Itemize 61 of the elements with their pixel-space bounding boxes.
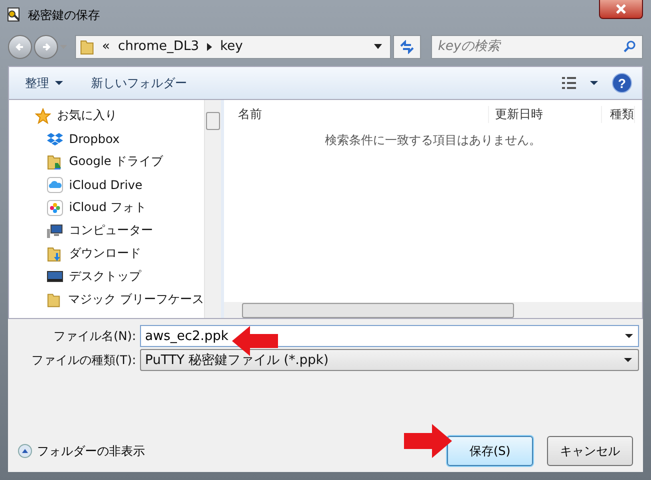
sidebar-item[interactable]: コンピューター (69, 222, 153, 239)
empty-message: 検索条件に一致する項目はありません。 (325, 133, 541, 147)
search-icon (623, 40, 636, 52)
computer-icon (47, 222, 63, 238)
new-folder-button[interactable]: 新しいフォルダー (91, 74, 187, 92)
file-type-dropdown[interactable]: PuTTY 秘密鍵ファイル (*.ppk) (140, 349, 639, 371)
caret-icon[interactable] (590, 81, 598, 85)
organize-menu[interactable]: 整理 (25, 74, 63, 92)
breadcrumb-item[interactable]: chrome_DL3 (118, 39, 200, 54)
caret-icon[interactable] (374, 44, 382, 49)
dialog-button[interactable]: キャンセル (547, 436, 633, 466)
arrow-right-icon (40, 40, 52, 52)
sidebar-item[interactable]: iCloud Drive (69, 178, 142, 192)
search-field[interactable]: keyの検索 (431, 34, 643, 58)
view-list-icon[interactable] (562, 77, 576, 89)
dialog-button[interactable]: 保存(S) (447, 436, 533, 466)
collapse-icon (18, 444, 32, 458)
folder-icon (47, 292, 62, 308)
field-label: ファイル名(N): (52, 328, 137, 344)
filename-field[interactable]: aws_ec2.ppk (140, 325, 639, 347)
cloud-icon (47, 176, 63, 192)
sidebar-item[interactable]: ダウンロード (69, 245, 141, 262)
refresh-icon (399, 40, 415, 54)
hide-folders-button[interactable]: フォルダーの非表示 (18, 442, 145, 460)
back-button[interactable] (8, 34, 32, 58)
arrow-left-icon (14, 40, 26, 52)
column-header[interactable]: 名前 (224, 106, 489, 122)
chevron-icon[interactable] (207, 42, 212, 50)
sidebar-item[interactable]: Google ドライブ (69, 153, 164, 170)
refresh-button[interactable] (393, 34, 421, 58)
column-header[interactable]: 種類 (602, 106, 635, 122)
breadcrumb-item[interactable]: key (220, 39, 243, 54)
box-icon (47, 130, 63, 146)
forward-button[interactable] (34, 34, 58, 58)
key-document-icon (6, 7, 22, 23)
window-title: 秘密鍵の保存 (28, 6, 100, 24)
arrow-annotation (232, 326, 278, 356)
download-folder-icon (47, 246, 63, 262)
folder-icon (47, 154, 63, 170)
scrollbar[interactable] (224, 302, 642, 318)
scrollbar[interactable] (204, 100, 221, 318)
arrow-annotation (404, 424, 452, 458)
star-icon (35, 108, 51, 124)
address-bar[interactable]: « chrome_DL3 key (75, 34, 391, 58)
column-header[interactable]: 更新日時 (489, 106, 602, 122)
caret-icon[interactable] (625, 334, 633, 338)
close-button[interactable] (599, 0, 643, 19)
field-label: ファイルの種類(T): (30, 352, 137, 368)
flower-icon (47, 200, 63, 216)
monitor-icon (47, 268, 63, 284)
sidebar-item[interactable]: お気に入り (57, 107, 117, 124)
sidebar-item[interactable]: マジック ブリーフケース (68, 291, 204, 308)
caret-icon (55, 81, 63, 85)
sidebar-item[interactable]: iCloud フォト (69, 199, 146, 216)
sidebar-item[interactable]: Dropbox (69, 132, 120, 146)
folder-icon (80, 38, 94, 54)
breadcrumb-overflow[interactable]: « (102, 39, 110, 54)
help-button[interactable]: ? (612, 73, 632, 93)
caret-icon (624, 358, 632, 362)
sidebar-item[interactable]: デスクトップ (69, 268, 141, 285)
close-icon (615, 4, 627, 14)
